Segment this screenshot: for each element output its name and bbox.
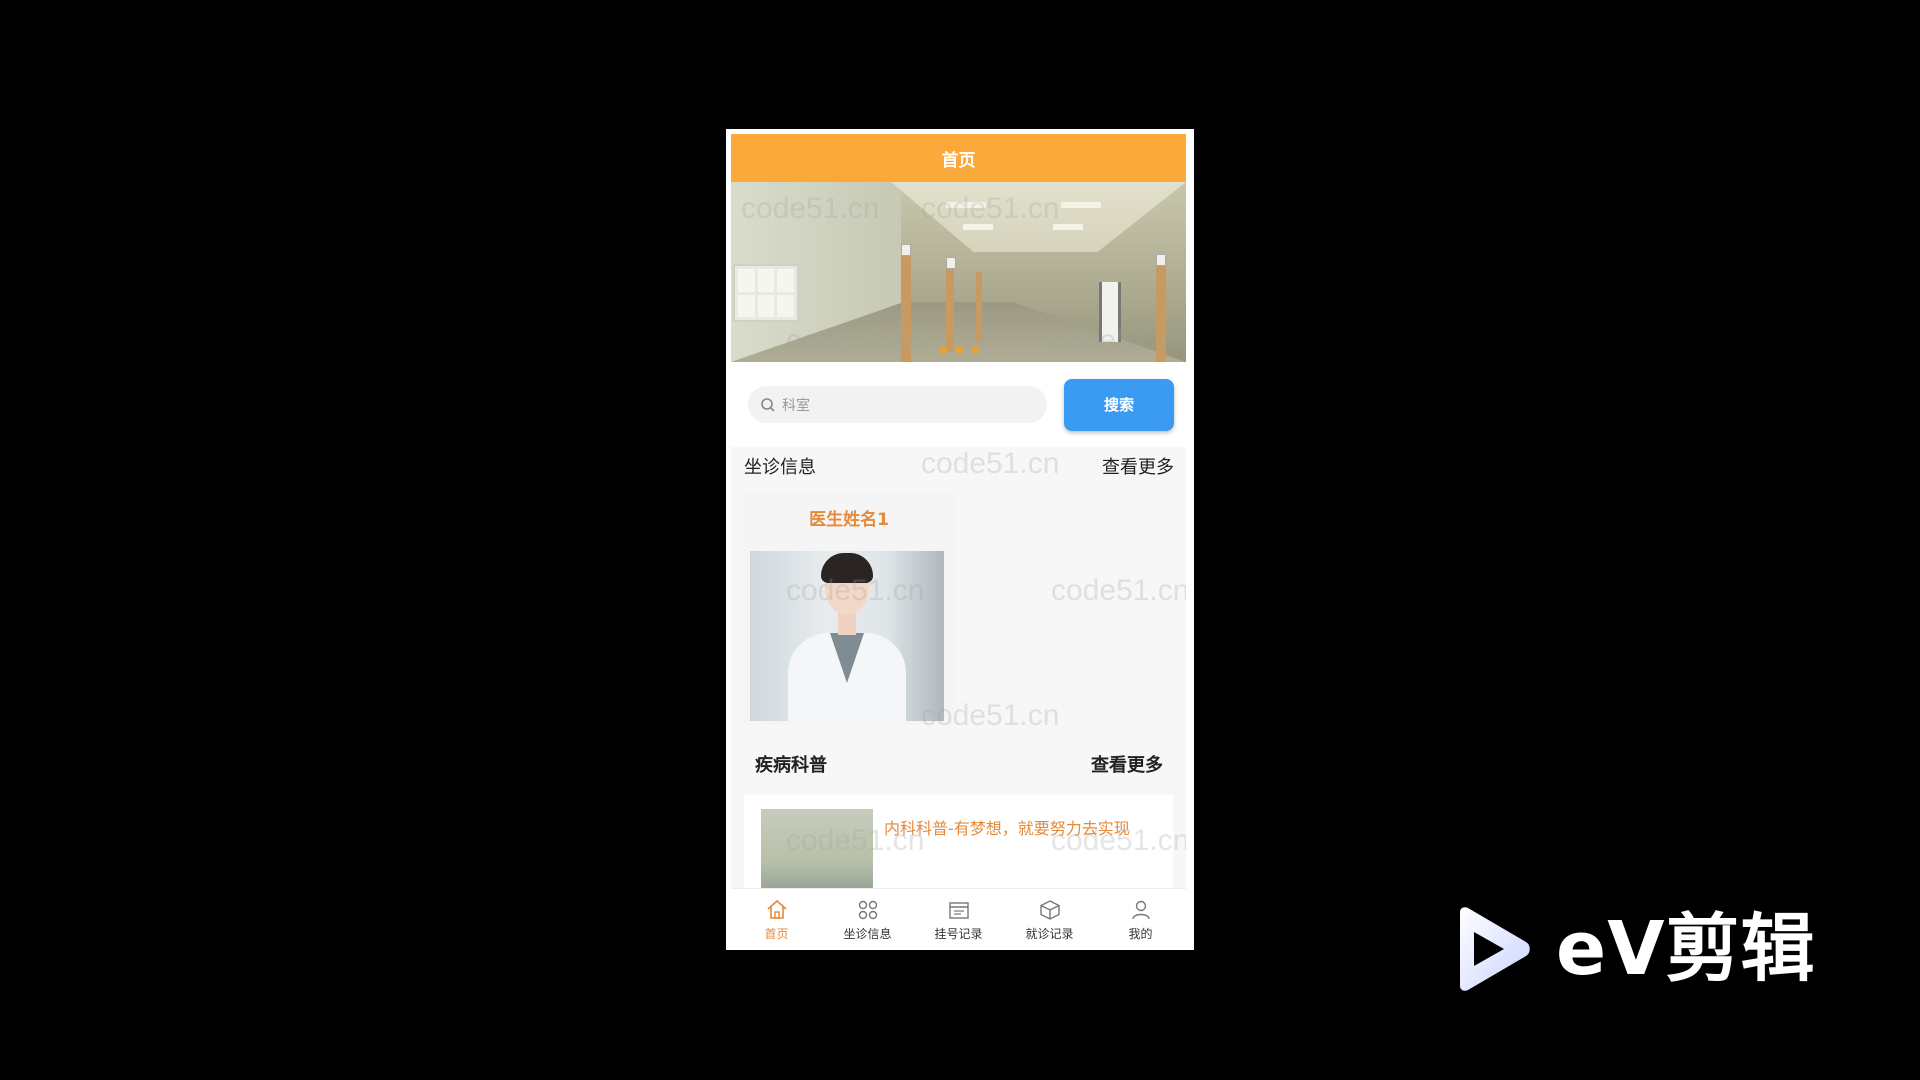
grid-icon: [858, 900, 877, 919]
tab-label: 我的: [1128, 926, 1153, 941]
banner-sign: [1156, 254, 1166, 266]
banner-door: [976, 272, 982, 342]
articles-section-header: 疾病科普 查看更多: [731, 745, 1186, 783]
doctor-list: 医生姓名1: [731, 485, 1186, 745]
doctors-section-header: 坐诊信息 查看更多: [731, 447, 1186, 485]
tab-label: 就诊记录: [1025, 926, 1074, 941]
calendar-icon: [948, 901, 969, 919]
bottom-tab-bar: 首页 坐诊信息 挂号记录 就诊记录 我的: [731, 888, 1186, 950]
articles-more-link[interactable]: 查看更多: [1091, 751, 1163, 777]
banner-light: [963, 224, 993, 230]
tab-doctors[interactable]: 坐诊信息: [828, 898, 908, 942]
doctors-section-title: 坐诊信息: [744, 457, 816, 478]
carousel-indicator: [731, 346, 1186, 354]
phone-screen: 首页 科室 搜索 坐诊信息 查看更多 医生姓名1 疾病科普 查看更多 内科科普-…: [726, 129, 1194, 950]
banner-light: [1053, 224, 1083, 230]
box-icon: [1039, 899, 1060, 920]
doctors-more-link[interactable]: 查看更多: [1102, 453, 1174, 479]
banner-carousel[interactable]: [731, 182, 1186, 362]
search-button[interactable]: 搜索: [1064, 378, 1174, 431]
page-title: 首页: [731, 134, 1186, 182]
ev-logo-text: eV剪辑: [1556, 906, 1816, 992]
doctor-photo: [750, 551, 944, 721]
tab-visits[interactable]: 就诊记录: [1010, 898, 1090, 942]
banner-end-door: [1099, 282, 1121, 342]
tab-home[interactable]: 首页: [737, 898, 817, 942]
banner-light: [946, 202, 986, 208]
banner-sign: [901, 244, 911, 256]
play-icon: [1460, 907, 1530, 991]
carousel-dot[interactable]: [938, 346, 947, 354]
search-input[interactable]: 科室: [748, 386, 1047, 423]
user-icon: [1131, 900, 1150, 919]
home-icon: [766, 899, 787, 919]
article-thumbnail: [761, 809, 873, 899]
tab-registration[interactable]: 挂号记录: [919, 898, 999, 942]
tab-label: 坐诊信息: [843, 926, 892, 941]
doctor-name: 医生姓名1: [809, 510, 889, 530]
banner-ceiling: [891, 182, 1186, 252]
carousel-dot[interactable]: [954, 346, 963, 354]
tab-label: 挂号记录: [934, 926, 983, 941]
search-placeholder: 科室: [782, 397, 810, 414]
tab-label: 首页: [764, 926, 789, 941]
banner-door: [946, 262, 954, 352]
article-title: 内科科普-有梦想，就要努力去实现: [884, 819, 1130, 838]
search-bar: 科室 搜索: [731, 362, 1186, 447]
header-title: 首页: [941, 150, 976, 171]
tab-profile[interactable]: 我的: [1101, 898, 1181, 942]
app-viewport: 首页 科室 搜索 坐诊信息 查看更多 医生姓名1 疾病科普 查看更多 内科科普-…: [731, 134, 1186, 950]
carousel-dot[interactable]: [970, 346, 979, 354]
doctor-card[interactable]: 医生姓名1: [744, 493, 954, 725]
ev-editor-logo: eV剪辑: [1452, 906, 1815, 992]
banner-cabinet: [733, 264, 799, 322]
banner-sign: [946, 257, 956, 269]
search-icon: [761, 397, 775, 412]
articles-section-title: 疾病科普: [755, 755, 827, 776]
banner-light: [1061, 202, 1101, 208]
